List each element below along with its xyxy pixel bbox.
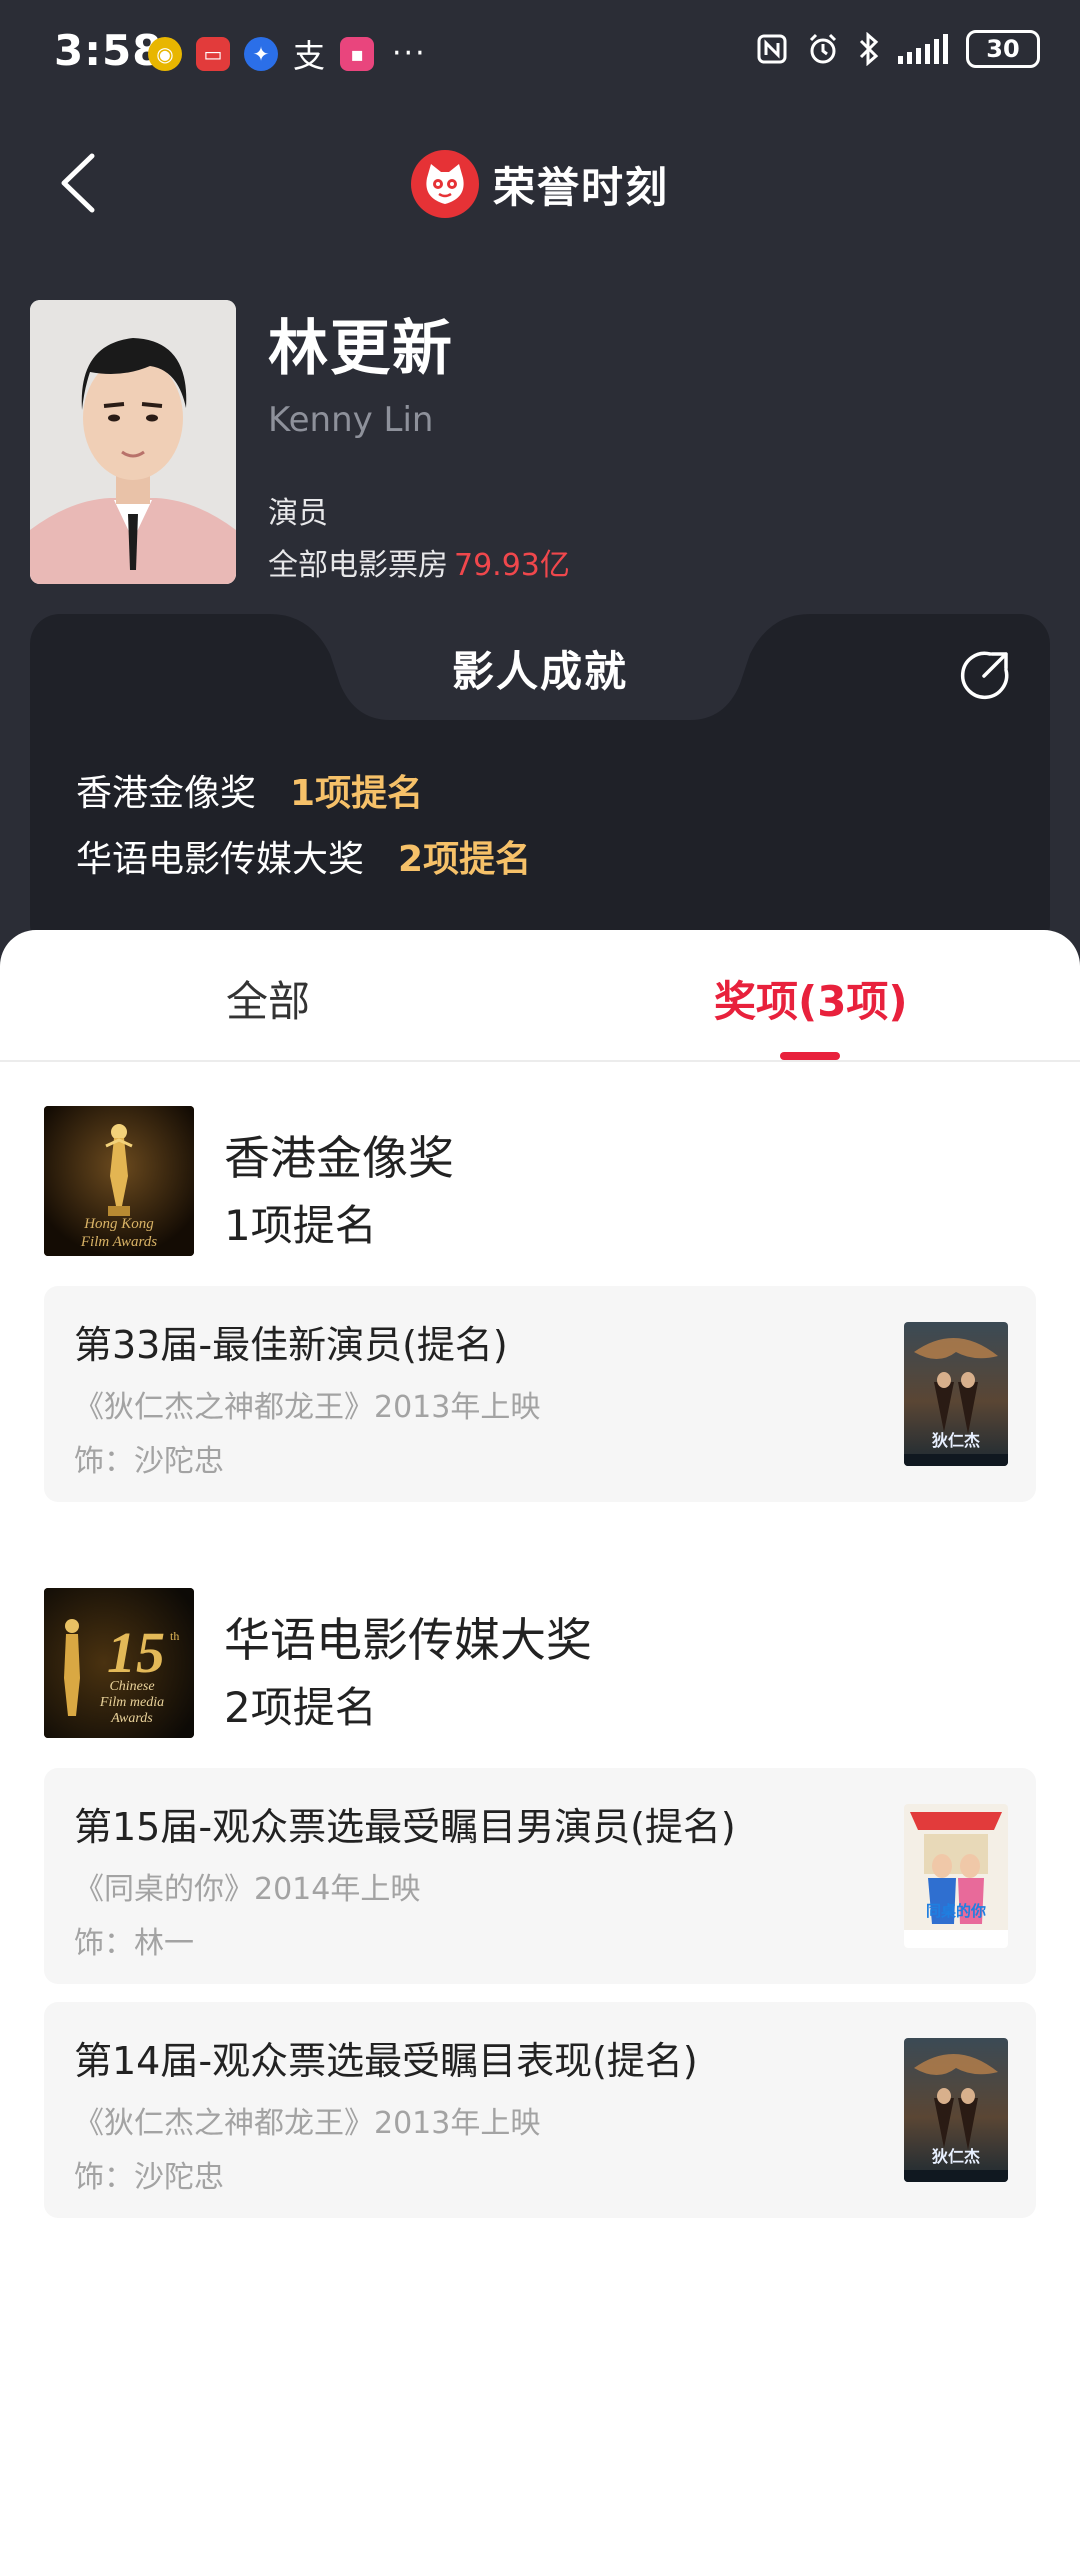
achievement-award: 华语电影传媒大奖 <box>76 839 365 880</box>
award-group: Hong Kong Film Awards 香港金像奖 1项提名 第33届-最佳… <box>44 1106 1036 1502</box>
alarm-icon <box>809 33 837 64</box>
app-notification-icon: ▪ <box>340 36 374 71</box>
svg-text:同桌的你: 同桌的你 <box>926 1902 986 1920</box>
nomination-card[interactable]: 第15届-观众票选最受瞩目男演员(提名) 《同桌的你》2014年上映 饰：林一 … <box>44 1768 1036 1984</box>
achievement-row: 香港金像奖 1项提名 <box>76 764 423 816</box>
nomination-title: 第14届-观众票选最受瞩目表现(提名) <box>74 2039 698 2083</box>
svg-text:Film Awards: Film Awards <box>80 1234 157 1250</box>
achievement-count: 1项提名 <box>290 773 424 814</box>
nomination-film: 《同桌的你》2014年上映 <box>74 1872 421 1907</box>
more-notifications-icon: ··· <box>392 36 427 71</box>
svg-text:狄仁杰: 狄仁杰 <box>931 1431 980 1450</box>
achievement-title: 影人成就 <box>451 647 628 696</box>
battery-icon: 30 <box>966 30 1040 68</box>
svg-text:Chinese: Chinese <box>109 1679 154 1694</box>
award-name: 香港金像奖 <box>224 1131 454 1185</box>
person-role: 演员 <box>268 496 328 531</box>
box-office-label: 全部电影票房 <box>268 548 448 583</box>
status-time: 3:58 <box>54 26 163 75</box>
award-header[interactable]: Hong Kong Film Awards 香港金像奖 1项提名 <box>44 1106 1036 1256</box>
header: 荣誉时刻 <box>0 140 1080 230</box>
tab-all[interactable]: 全部 <box>226 968 310 1029</box>
nomination-card[interactable]: 第33届-最佳新演员(提名) 《狄仁杰之神都龙王》2013年上映 饰：沙陀忠 狄… <box>44 1286 1036 1502</box>
bluetooth-icon <box>859 32 879 66</box>
maoyan-cat-logo <box>410 150 479 218</box>
nomination-role: 饰：沙陀忠 <box>74 1444 224 1479</box>
achievement-row: 华语电影传媒大奖 2项提名 <box>76 830 531 882</box>
alipay-notification-icon: 支 <box>292 36 325 75</box>
tab-indicator <box>780 1052 840 1060</box>
share-icon[interactable] <box>960 648 1012 700</box>
bulb-notification-icon: ✦ <box>244 36 278 71</box>
film-poster[interactable]: 狄仁杰 <box>904 1322 1008 1466</box>
nomination-film: 《狄仁杰之神都龙王》2013年上映 <box>74 1390 541 1425</box>
avatar[interactable] <box>30 300 236 584</box>
award-name: 华语电影传媒大奖 <box>224 1613 592 1667</box>
header-center: 荣誉时刻 <box>0 150 1080 218</box>
award-count: 1项提名 <box>224 1201 377 1250</box>
person-english-name: Kenny Lin <box>268 400 434 440</box>
award-count: 2项提名 <box>224 1683 377 1732</box>
svg-text:Film media: Film media <box>99 1695 164 1710</box>
achievement-panel: 影人成就 香港金像奖 1项提名 华语电影传媒大奖 2项提名 <box>30 614 1050 954</box>
notification-icons: ◉ ▭ ✦ 支 ▪ ··· <box>148 36 427 75</box>
svg-text:Hong Kong: Hong Kong <box>83 1216 154 1232</box>
hkfa-logo: Hong Kong Film Awards <box>44 1106 194 1256</box>
box-office-value: 79.93亿 <box>454 548 570 583</box>
nfc-icon <box>757 34 787 64</box>
svg-text:狄仁杰: 狄仁杰 <box>931 2147 980 2166</box>
svg-text:Awards: Awards <box>110 1711 153 1726</box>
tab-awards[interactable]: 奖项(3项) <box>714 968 908 1029</box>
signal-icon <box>898 34 948 64</box>
page-title: 荣誉时刻 <box>492 162 669 212</box>
award-header[interactable]: 15 th Chinese Film media Awards 华语电影传媒大奖… <box>44 1588 1036 1738</box>
tab-bar: 全部 奖项(3项) <box>0 930 1080 1062</box>
nomination-film: 《狄仁杰之神都龙王》2013年上映 <box>74 2106 541 2141</box>
nomination-card[interactable]: 第14届-观众票选最受瞩目表现(提名) 《狄仁杰之神都龙王》2013年上映 饰：… <box>44 2002 1036 2218</box>
achievement-award: 香港金像奖 <box>76 773 257 814</box>
profile-section: 林更新 Kenny Lin 演员 全部电影票房 79.93亿 <box>30 300 1050 590</box>
nomination-role: 饰：沙陀忠 <box>74 2160 224 2195</box>
nomination-title: 第33届-最佳新演员(提名) <box>74 1323 508 1367</box>
box-office: 全部电影票房 79.93亿 <box>268 540 570 584</box>
status-bar: 3:58 ◉ ▭ ✦ 支 ▪ ··· 30 <box>0 0 1080 110</box>
award-group: 15 th Chinese Film media Awards 华语电影传媒大奖… <box>44 1588 1036 2218</box>
film-poster[interactable]: 同桌的你 <box>904 1804 1008 1948</box>
system-icons: 30 <box>756 30 1040 68</box>
nomination-title: 第15届-观众票选最受瞩目男演员(提名) <box>74 1805 736 1849</box>
cfma-logo: 15 th Chinese Film media Awards <box>44 1588 194 1738</box>
mail-notification-icon: ▭ <box>196 36 230 71</box>
person-name: 林更新 <box>268 314 454 384</box>
svg-text:15: 15 <box>107 1620 165 1685</box>
content-sheet: 全部 奖项(3项) Hong Kong Film Awards 香港金像奖 1项… <box>0 930 1080 2557</box>
nomination-role: 饰：林一 <box>74 1926 194 1961</box>
weibo-notification-icon: ◉ <box>148 36 182 71</box>
film-poster[interactable]: 狄仁杰 <box>904 2038 1008 2182</box>
svg-text:th: th <box>170 1629 179 1643</box>
achievement-count: 2项提名 <box>398 839 532 880</box>
